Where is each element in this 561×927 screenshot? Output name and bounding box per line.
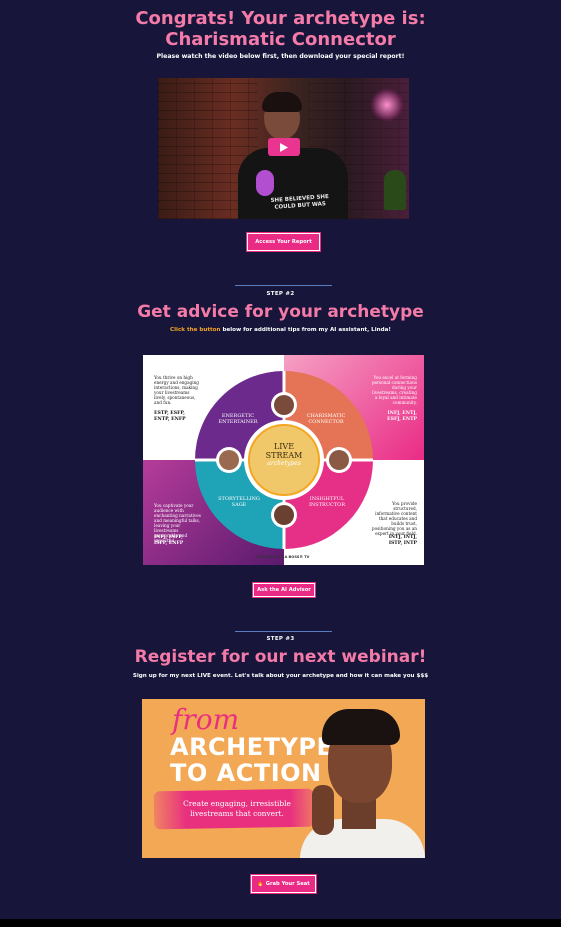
- fire-icon: 🔥: [257, 881, 264, 887]
- video-player[interactable]: SHE BELIEVED SHE COULD BUT WAS: [158, 78, 409, 219]
- access-report-button[interactable]: Access Your Report: [246, 232, 321, 252]
- step2-divider: [235, 285, 332, 286]
- step3-label: STEP #3: [266, 636, 295, 642]
- segment-storytelling-l2: SAGE: [231, 502, 247, 508]
- desc-energetic: You thrive on high energy and engaging i…: [154, 375, 199, 405]
- title-line-2: Charismatic Connector: [165, 29, 396, 50]
- desc-insightful: You provide structured, informative cont…: [371, 501, 417, 536]
- types-storytelling: INFJ, INFP, ISFP, ENFP: [154, 535, 184, 546]
- microphone: [256, 170, 274, 196]
- step2-sub-rest: below for additional tips from my AI ass…: [220, 327, 391, 333]
- bottom-bar: [0, 919, 561, 927]
- banner-tagline-1: Create engaging, irresistible: [183, 799, 291, 808]
- types-charismatic: INFJ, ENTJ, ESFJ, ENTP: [387, 411, 417, 422]
- archetype-wheel-image: LIVE STREAM archetypes ENERGETIC ENTERTA…: [143, 355, 424, 565]
- step2-subtitle: Click the button below for additional ti…: [0, 327, 561, 333]
- banner-tagline-2: livestreams that convert.: [190, 809, 284, 818]
- page-title: Congrats! Your archetype is: Charismatic…: [0, 8, 561, 50]
- lamp-glow: [370, 88, 404, 122]
- grab-seat-label: Grab Your Seat: [265, 881, 310, 887]
- play-icon: [280, 142, 288, 152]
- plant: [384, 170, 406, 210]
- segment-energetic: ENERGETIC ENTERTAINER: [213, 413, 263, 425]
- segment-energetic-l2: ENTERTAINER: [218, 419, 258, 425]
- segment-insightful-l2: INSTRUCTOR: [308, 502, 346, 508]
- segment-charismatic: CHARISMATIC CONNECTOR: [299, 413, 353, 425]
- wheel-center: LIVE STREAM archetypes: [254, 442, 314, 467]
- step2-title: Get advice for your archetype: [137, 302, 424, 322]
- step3-subtitle: Sign up for my next LIVE event. Let's ta…: [132, 673, 429, 679]
- desc-charismatic: You excel at forming personal connection…: [371, 375, 417, 405]
- segment-insightful: INSIGHTFUL INSTRUCTOR: [301, 496, 353, 508]
- webinar-banner-image: from ARCHETYPE TO ACTION Create engaging…: [142, 699, 425, 858]
- play-button[interactable]: [268, 138, 300, 156]
- segment-storytelling: STORYTELLING SAGE: [213, 496, 265, 508]
- portrait-hair: [322, 709, 400, 745]
- types-insightful: INTJ, INTJ, ISTP, INTP: [388, 535, 417, 546]
- banner-tagline: Create engaging, irresistible livestream…: [172, 799, 302, 819]
- portrait-hand: [312, 785, 334, 835]
- types-energetic: ESTP, ESFP, ENTP, ENFP: [154, 411, 186, 422]
- segment-charismatic-l2: CONNECTOR: [308, 419, 344, 425]
- center-stream: STREAM: [265, 451, 303, 460]
- wheel-footer: STREAM LIKE A BOSS® TV: [256, 555, 310, 559]
- step3-divider: [235, 631, 332, 632]
- banner-title-1: ARCHETYPE: [170, 733, 334, 761]
- banner-from: from: [172, 703, 240, 736]
- ask-ai-advisor-button[interactable]: Ask the AI Advisor: [252, 582, 316, 598]
- step2-sub-highlight: Click the button: [170, 327, 221, 333]
- center-live: LIVE: [273, 442, 295, 451]
- step3-title: Register for our next webinar!: [134, 647, 427, 667]
- banner-title-2: TO ACTION: [170, 759, 322, 787]
- hero-subtitle: Please watch the video below first, then…: [156, 53, 405, 60]
- person-hair: [262, 92, 302, 112]
- center-archetypes: archetypes: [267, 460, 301, 467]
- grab-your-seat-button[interactable]: 🔥 Grab Your Seat: [250, 874, 317, 894]
- title-line-1: Congrats! Your archetype is:: [135, 8, 426, 29]
- step2-label: STEP #2: [266, 291, 295, 297]
